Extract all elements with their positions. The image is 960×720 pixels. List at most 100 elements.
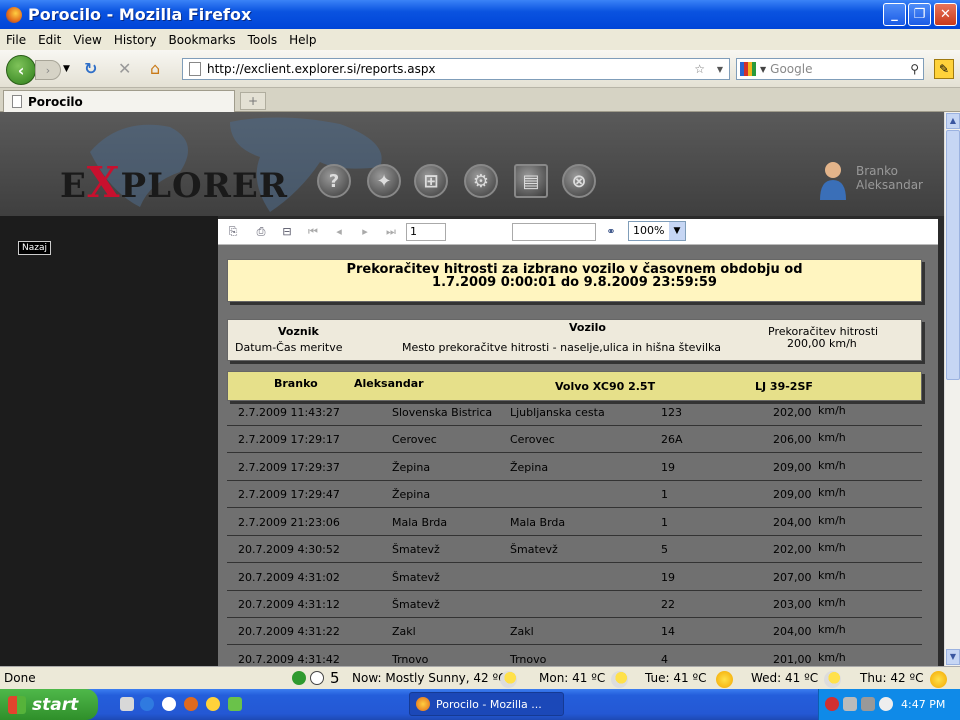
row-speed: 204,00 [773, 625, 812, 638]
scroll-up-button[interactable]: ▲ [946, 113, 960, 129]
history-dropdown-icon[interactable]: ▼ [63, 59, 70, 79]
find-binoculars-icon[interactable]: ⚭ [604, 225, 618, 239]
report-title: Prekoračitev hitrosti za izbrano vozilo … [227, 259, 922, 302]
row-datetime: 20.7.2009 4:30:52 [238, 543, 340, 556]
url-bar[interactable]: http://exclient.explorer.si/reports.aspx… [182, 58, 730, 80]
partly-sunny-icon [824, 671, 841, 688]
menu-view[interactable]: View [67, 33, 107, 47]
menu-bookmarks[interactable]: Bookmarks [163, 33, 242, 47]
table-row: 2.7.2009 17:29:47 Žepina 1 209,00 km/h [227, 481, 922, 508]
window-title: Porocilo - Mozilla Firefox [28, 5, 252, 24]
zoom-dropdown-icon[interactable]: ▼ [669, 222, 685, 240]
tab-porocilo[interactable]: Porocilo [3, 90, 235, 112]
previous-page-icon[interactable]: ◂ [332, 225, 346, 239]
lightbulb-icon[interactable]: ✦ [367, 164, 401, 198]
menu-history[interactable]: History [108, 33, 163, 47]
first-page-icon[interactable]: ⏮ [306, 225, 320, 239]
maximize-button[interactable]: ❐ [908, 3, 931, 26]
reports-icon[interactable]: ▤ [514, 164, 548, 198]
document-map-icon[interactable]: ⊟ [280, 225, 294, 239]
row-speed-unit: km/h [818, 541, 846, 554]
reload-icon[interactable]: ↻ [84, 59, 97, 79]
report-column-header: Voznik Datum-Čas meritve Vozilo Mesto pr… [227, 319, 922, 361]
page-number-input[interactable]: 1 [406, 223, 446, 241]
search-icon[interactable]: ⚲ [910, 62, 919, 76]
scroll-down-button[interactable]: ▼ [946, 649, 960, 665]
status-text: Done [4, 671, 36, 685]
report-viewer: ⎘ ⎙ ⊟ ⏮ ◂ ▸ ⏭ 1 ⚭ 100% ▼ Prekoračitev hi… [218, 219, 938, 666]
firefox-icon [6, 6, 22, 23]
volume-icon[interactable] [861, 697, 875, 711]
clock-icon [310, 671, 324, 685]
help-icon[interactable]: ? [317, 164, 351, 198]
find-text-input[interactable] [512, 223, 596, 241]
table-row: 20.7.2009 4:31:22 Zakl Zakl 14 204,00 km/h [227, 618, 922, 645]
page-icon [189, 62, 201, 76]
forward-button[interactable]: › [35, 60, 61, 80]
menu-tools[interactable]: Tools [242, 33, 284, 47]
row-house-number: 14 [661, 625, 675, 638]
zoom-select[interactable]: 100% ▼ [628, 221, 686, 241]
row-city: Mala Brda [392, 516, 448, 529]
next-page-icon[interactable]: ▸ [358, 225, 372, 239]
sunny-icon [716, 671, 733, 688]
print-icon[interactable]: ⎙ [254, 225, 268, 239]
row-speed: 209,00 [773, 488, 812, 501]
bookmark-star-icon[interactable]: ☆ [694, 62, 705, 76]
logout-icon[interactable]: ⊗ [562, 164, 596, 198]
app-icon[interactable] [228, 697, 242, 711]
col-vehicle: Vozilo [569, 321, 606, 334]
tray-app-icon[interactable] [879, 697, 893, 711]
row-datetime: 2.7.2009 11:43:27 [238, 406, 340, 419]
windows-icon[interactable]: ⊞ [414, 164, 448, 198]
windows-flag-icon [8, 695, 26, 714]
menu-file[interactable]: File [0, 33, 32, 47]
engine-dropdown-icon[interactable]: ▼ [760, 65, 766, 74]
vehicle-plate: LJ 39-2SF [755, 380, 813, 393]
google-icon[interactable] [740, 62, 756, 76]
export-icon[interactable]: ⎘ [226, 225, 240, 239]
row-speed: 209,00 [773, 461, 812, 474]
url-dropdown-icon[interactable]: ▼ [717, 65, 723, 74]
row-city: Šmatevž [392, 571, 440, 584]
row-datetime: 20.7.2009 4:31:12 [238, 598, 340, 611]
media-icon[interactable] [162, 697, 176, 711]
network-icon[interactable] [843, 697, 857, 711]
start-button[interactable]: start [0, 689, 98, 720]
show-desktop-icon[interactable] [120, 697, 134, 711]
settings-icon[interactable]: ⚙ [464, 164, 498, 198]
row-street: Žepina [510, 461, 549, 474]
minimize-button[interactable]: _ [883, 3, 906, 26]
close-button[interactable]: ✕ [934, 3, 957, 26]
row-speed: 202,00 [773, 543, 812, 556]
row-street: Cerovec [510, 433, 555, 446]
table-row: 20.7.2009 4:31:12 Šmatevž 22 203,00 km/h [227, 591, 922, 618]
row-datetime: 20.7.2009 4:31:22 [238, 625, 340, 638]
scroll-thumb[interactable] [946, 130, 960, 380]
row-speed-unit: km/h [818, 431, 846, 444]
ie-icon[interactable] [140, 697, 154, 711]
taskbar-firefox-button[interactable]: Porocilo - Mozilla ... [409, 692, 564, 716]
vertical-scrollbar[interactable]: ▲ ▼ [944, 112, 960, 666]
stop-icon[interactable]: ✕ [118, 59, 131, 79]
back-button[interactable]: ‹ [6, 55, 36, 85]
row-speed-unit: km/h [818, 596, 846, 609]
last-page-icon[interactable]: ⏭ [384, 225, 398, 239]
menu-edit[interactable]: Edit [32, 33, 67, 47]
menu-help[interactable]: Help [283, 33, 322, 47]
row-speed: 206,00 [773, 433, 812, 446]
home-icon[interactable]: ⌂ [150, 59, 160, 79]
row-speed: 204,00 [773, 516, 812, 529]
messenger-icon[interactable] [206, 697, 220, 711]
addon-icon[interactable]: ✎ [934, 59, 954, 79]
row-house-number: 4 [661, 653, 668, 666]
partly-sunny-icon [611, 671, 628, 688]
firefox-quicklaunch-icon[interactable] [184, 697, 198, 711]
back-link-button[interactable]: Nazaj [18, 241, 51, 255]
weather-thu: Thu: 42 ºC [860, 671, 924, 685]
new-tab-button[interactable]: + [240, 92, 266, 110]
search-bar[interactable]: ▼ Google ⚲ [736, 58, 924, 80]
navigation-toolbar: ‹ › ▼ ↻ ✕ ⌂ http://exclient.explorer.si/… [0, 50, 960, 88]
antivirus-icon[interactable] [825, 697, 839, 711]
weather-tue: Tue: 41 ºC [645, 671, 707, 685]
